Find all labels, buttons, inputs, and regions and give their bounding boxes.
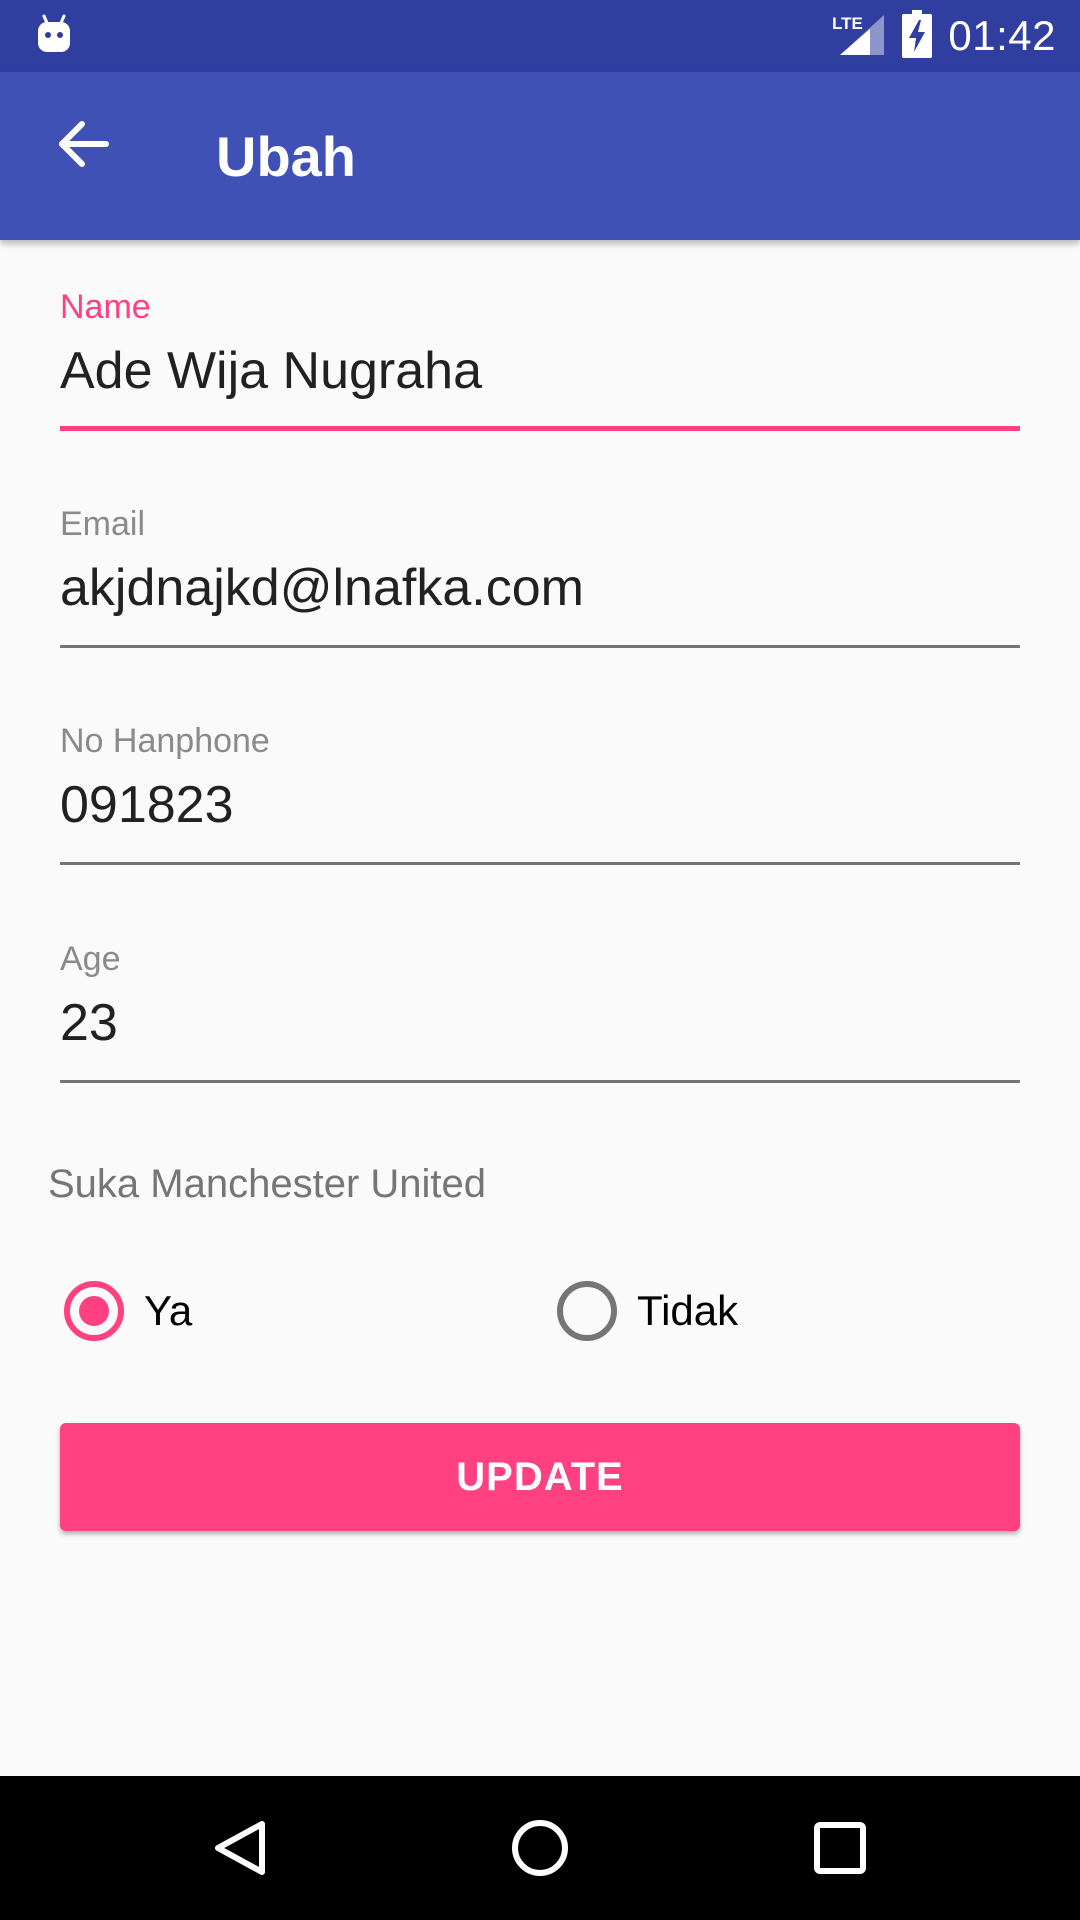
name-input[interactable] xyxy=(60,336,1020,406)
radio-option-ya[interactable]: Ya xyxy=(64,1278,192,1344)
phone-input[interactable] xyxy=(60,770,1020,840)
email-label: Email xyxy=(60,505,146,543)
status-bar: LTE 01:42 xyxy=(0,0,1080,72)
phone-underline xyxy=(60,862,1020,865)
svg-text:LTE: LTE xyxy=(832,14,863,33)
back-button[interactable] xyxy=(48,108,120,180)
app-bar xyxy=(0,72,1080,240)
status-time: 01:42 xyxy=(948,12,1056,59)
radio-unchecked-icon xyxy=(557,1281,617,1341)
nav-recents-button[interactable] xyxy=(790,1798,890,1898)
age-underline xyxy=(60,1080,1020,1083)
navigation-bar xyxy=(0,1776,1080,1920)
nav-home-button[interactable] xyxy=(490,1798,590,1898)
email-field: Email xyxy=(60,505,1020,655)
preference-question: Suka Manchester United xyxy=(48,1162,487,1206)
age-label: Age xyxy=(60,940,121,978)
name-field: Name xyxy=(60,288,1020,438)
radio-checked-icon xyxy=(64,1281,124,1341)
name-underline xyxy=(60,426,1020,431)
nav-recents-icon xyxy=(814,1822,866,1874)
phone-field: No Hanphone xyxy=(60,722,1020,872)
radio-option-tidak[interactable]: Tidak xyxy=(557,1278,738,1344)
phone-label: No Hanphone xyxy=(60,722,270,760)
nav-back-icon xyxy=(215,1821,265,1875)
email-underline xyxy=(60,645,1020,648)
page-title: Ubah xyxy=(216,125,356,188)
age-field: Age xyxy=(60,940,1020,1090)
nav-home-icon xyxy=(512,1820,568,1876)
name-label: Name xyxy=(60,288,151,326)
radio-label-ya: Ya xyxy=(144,1287,193,1334)
arrow-back-icon xyxy=(59,121,109,167)
android-debug-icon xyxy=(36,14,72,54)
age-input[interactable] xyxy=(60,988,1020,1058)
email-input[interactable] xyxy=(60,553,1020,623)
lte-signal-icon: LTE xyxy=(830,11,886,62)
nav-back-button[interactable] xyxy=(190,1798,290,1898)
update-button[interactable]: UPDATE xyxy=(60,1423,1020,1531)
radio-label-tidak: Tidak xyxy=(637,1287,739,1334)
status-icons: LTE 01:42 xyxy=(830,0,1056,72)
battery-charging-icon xyxy=(902,9,933,63)
